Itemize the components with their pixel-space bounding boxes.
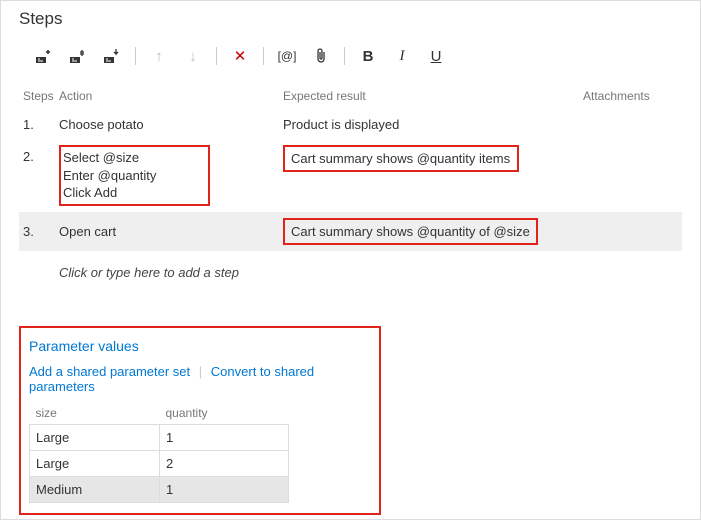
cell-size[interactable]: Large	[30, 424, 160, 450]
cell-quantity[interactable]: 1	[160, 476, 289, 502]
params-title: Parameter values	[29, 338, 371, 354]
step-number: 1.	[23, 117, 59, 132]
params-row[interactable]: Large 1	[30, 424, 289, 450]
move-down-icon[interactable]: ↓	[176, 43, 210, 69]
cell-quantity[interactable]: 1	[160, 424, 289, 450]
highlighted-result: Cart summary shows @quantity items	[283, 145, 519, 172]
cell-size[interactable]: Large	[30, 450, 160, 476]
toolbar: ↑ ↓ ✕ [@] B I U	[19, 39, 682, 77]
italic-icon[interactable]: I	[385, 43, 419, 69]
add-step-placeholder[interactable]: Click or type here to add a step	[19, 251, 682, 286]
step-result[interactable]: Product is displayed	[283, 117, 583, 132]
underline-icon[interactable]: U	[419, 43, 453, 69]
step-action[interactable]: Open cart	[59, 218, 283, 239]
attachment-icon[interactable]	[304, 43, 338, 69]
header-action: Action	[59, 89, 283, 103]
params-row[interactable]: Large 2	[30, 450, 289, 476]
toolbar-separator	[263, 47, 264, 65]
toolbar-separator	[135, 47, 136, 65]
link-separator: |	[199, 364, 202, 379]
cell-size[interactable]: Medium	[30, 476, 160, 502]
insert-step-icon[interactable]	[27, 43, 61, 69]
col-size: size	[30, 402, 160, 425]
params-row[interactable]: Medium 1	[30, 476, 289, 502]
toolbar-separator	[344, 47, 345, 65]
params-table: size quantity Large 1 Large 2 Medium 1	[29, 402, 289, 503]
col-quantity: quantity	[160, 402, 289, 425]
toolbar-separator	[216, 47, 217, 65]
add-shared-param-link[interactable]: Add a shared parameter set	[29, 364, 190, 379]
parameter-values-panel: Parameter values Add a shared parameter …	[19, 326, 381, 515]
step-row[interactable]: 2. Select @size Enter @quantity Click Ad…	[19, 139, 682, 212]
cell-quantity[interactable]: 2	[160, 450, 289, 476]
move-up-icon[interactable]: ↑	[142, 43, 176, 69]
steps-panel: Steps ↑ ↓ ✕ [@] B I U Steps Action Expec…	[0, 0, 701, 520]
insert-param-icon[interactable]: [@]	[270, 43, 304, 69]
step-result[interactable]: Cart summary shows @quantity of @size	[283, 218, 583, 245]
params-links: Add a shared parameter set | Convert to …	[29, 364, 371, 394]
params-table-header: size quantity	[30, 402, 289, 425]
bold-icon[interactable]: B	[351, 43, 385, 69]
delete-icon[interactable]: ✕	[223, 43, 257, 69]
insert-shared-step-icon[interactable]	[95, 43, 129, 69]
steps-table: Steps Action Expected result Attachments…	[19, 83, 682, 286]
step-action[interactable]: Choose potato	[59, 117, 283, 132]
header-steps: Steps	[23, 89, 59, 103]
insert-step-before-icon[interactable]	[61, 43, 95, 69]
step-row[interactable]: 1. Choose potato Product is displayed	[19, 111, 682, 139]
steps-table-header: Steps Action Expected result Attachments	[19, 83, 682, 111]
step-action[interactable]: Select @size Enter @quantity Click Add	[59, 145, 283, 206]
step-result[interactable]: Cart summary shows @quantity items	[283, 145, 583, 172]
section-title: Steps	[19, 9, 682, 29]
header-expected: Expected result	[283, 89, 583, 103]
step-number: 3.	[23, 218, 59, 239]
header-attachments: Attachments	[583, 89, 682, 103]
step-number: 2.	[23, 145, 59, 164]
highlighted-action: Select @size Enter @quantity Click Add	[59, 145, 210, 206]
step-row[interactable]: 3. Open cart Cart summary shows @quantit…	[19, 212, 682, 251]
highlighted-result: Cart summary shows @quantity of @size	[283, 218, 538, 245]
